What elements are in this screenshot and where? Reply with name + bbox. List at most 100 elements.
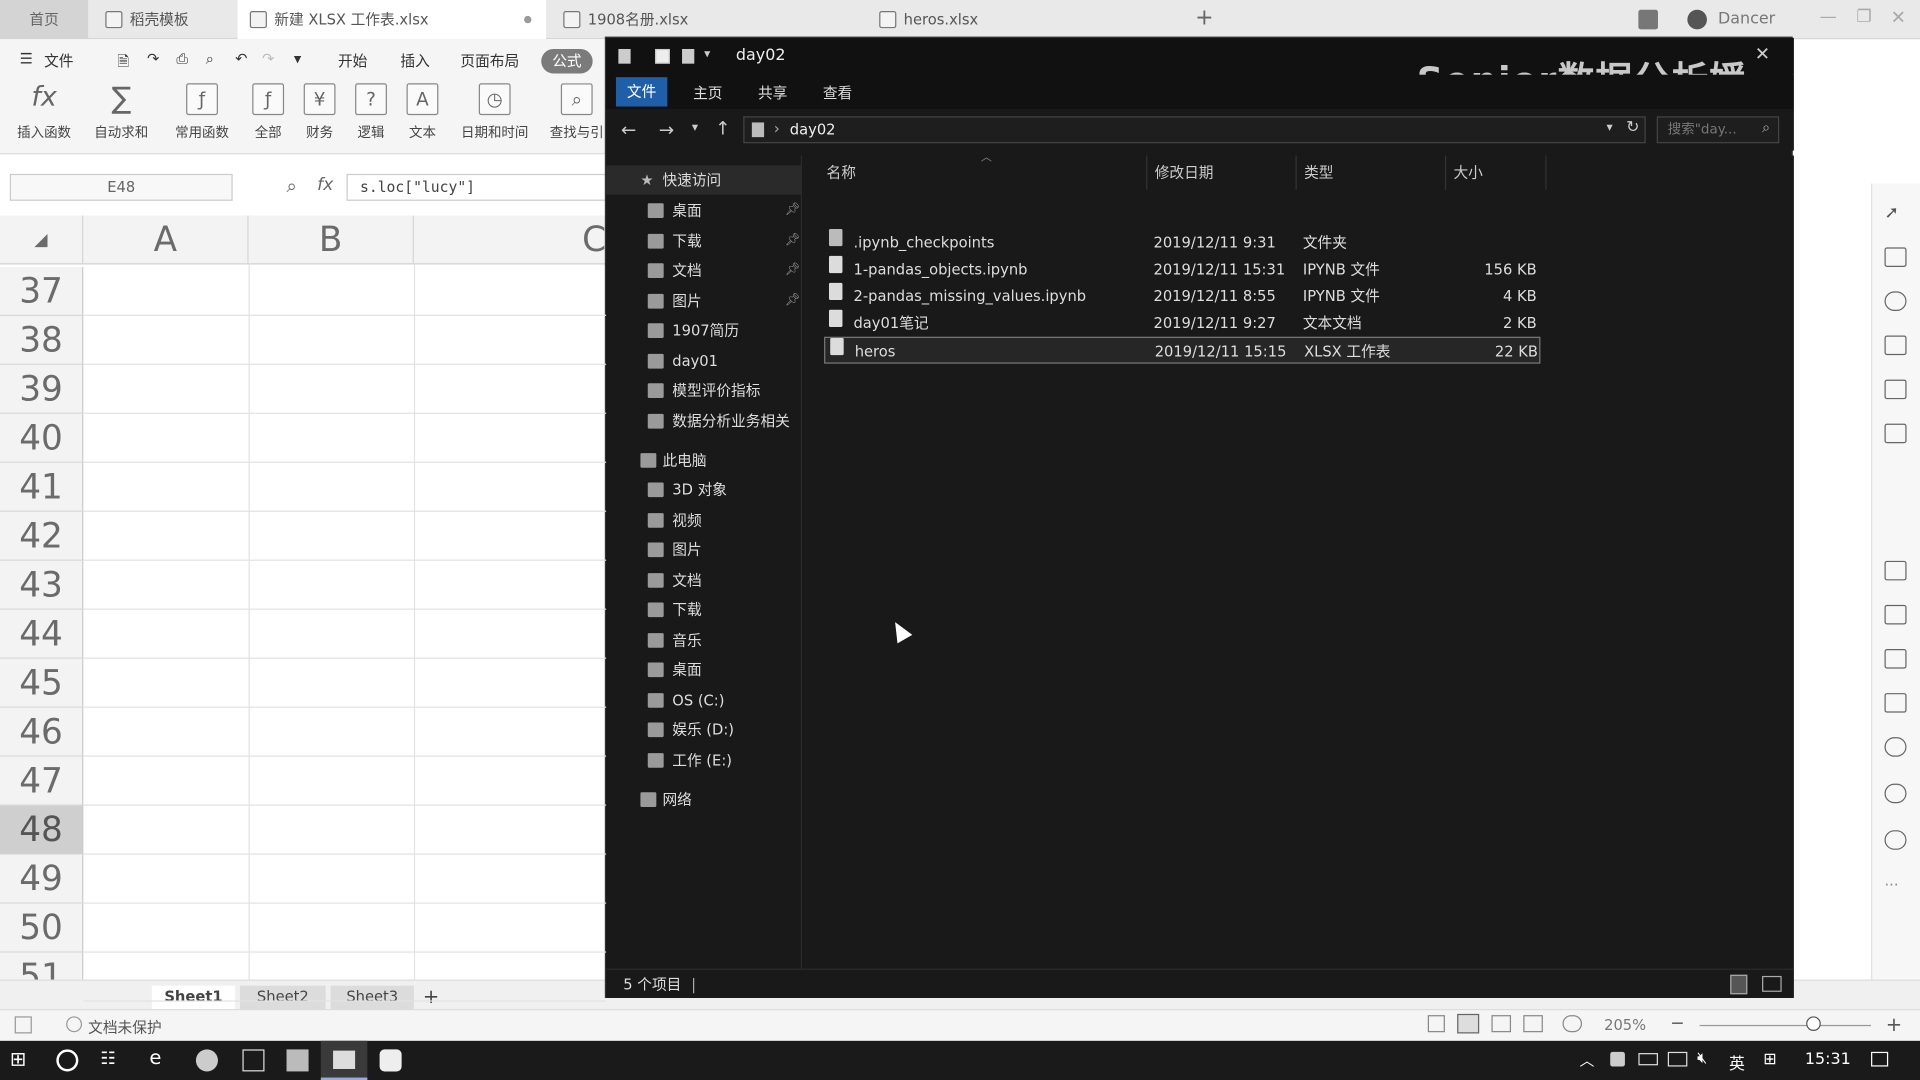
tab-1908-roster[interactable]: 1908名册.xlsx <box>551 0 863 39</box>
minimize-icon[interactable]: — <box>1820 7 1837 27</box>
nav-item-7[interactable]: 数据分析业务相关 <box>606 406 802 435</box>
shape-icon[interactable] <box>1884 247 1907 267</box>
row-header-38[interactable]: 38 <box>0 315 84 365</box>
explorer-tab-view[interactable]: 查看 <box>823 82 852 103</box>
nav-item-0[interactable]: 桌面 📌︎ <box>606 196 802 225</box>
insert-function-button[interactable]: fx 插入函数 <box>10 83 79 142</box>
row-header-39[interactable]: 39 <box>0 364 84 414</box>
terminal-icon[interactable] <box>242 1049 265 1072</box>
autosum-button[interactable]: ∑ 自动求和 <box>86 83 157 142</box>
menu-formula-active[interactable]: 公式 <box>541 48 593 74</box>
hamburger-icon[interactable]: ☰ <box>20 50 33 67</box>
row-header-47[interactable]: 47 <box>0 756 84 806</box>
table-icon[interactable] <box>1884 335 1907 356</box>
row-header-40[interactable]: 40 <box>0 413 84 463</box>
add-sheet-icon[interactable]: + <box>419 985 443 1010</box>
zoom-out-icon[interactable]: − <box>1670 1014 1684 1034</box>
nav-pc-item-4[interactable]: 下载 <box>606 595 802 624</box>
search-icon[interactable]: ⌕ <box>1762 119 1770 137</box>
column-size[interactable]: 大小 <box>1446 155 1547 190</box>
common-functions-button[interactable]: ƒ 常用函数 <box>167 83 238 142</box>
nav-item-5[interactable]: day01 <box>606 346 802 375</box>
save-icon[interactable]: 🗎 <box>118 50 130 76</box>
row-header-43[interactable]: 43 <box>0 560 84 610</box>
formula-input[interactable]: s.loc["lucy"] <box>346 173 607 201</box>
windows-start-icon[interactable]: ⊞ <box>10 1047 32 1070</box>
column-header-b[interactable]: B <box>249 215 414 265</box>
row-header-42[interactable]: 42 <box>0 511 84 561</box>
battery-icon[interactable] <box>1638 1053 1658 1066</box>
address-dropdown-icon[interactable]: ▾ <box>1607 121 1613 134</box>
explorer-tab-home[interactable]: 主页 <box>693 82 722 103</box>
tray-up-icon[interactable]: ︿ <box>1580 1049 1595 1070</box>
breadcrumb-day02[interactable]: day02 <box>790 121 836 138</box>
nav-pc-item-6[interactable]: 桌面 <box>606 655 802 684</box>
sheet-tab-1[interactable]: Sheet1 <box>151 985 236 1011</box>
print-icon[interactable]: ⎙ <box>176 50 188 68</box>
nav-network[interactable]: 网络 <box>606 785 802 814</box>
explorer-tab-share[interactable]: 共享 <box>758 82 787 103</box>
help-icon[interactable] <box>1884 830 1907 850</box>
all-functions-button[interactable]: ƒ 全部 <box>245 83 292 142</box>
row-header-46[interactable]: 46 <box>0 707 84 757</box>
preview-icon[interactable]: ⌕ <box>206 50 214 68</box>
menu-insert[interactable]: 插入 <box>400 50 429 71</box>
nav-item-6[interactable]: 模型评价指标 <box>606 376 802 405</box>
row-header-50[interactable]: 50 <box>0 903 84 953</box>
chart-icon[interactable] <box>1884 423 1907 444</box>
macro-icon[interactable] <box>14 1016 32 1034</box>
nav-item-4[interactable]: 1907简历 <box>606 316 802 345</box>
nav-pc-item-9[interactable]: 工作 (E:) <box>606 745 802 774</box>
file-row[interactable]: day01笔记 2019/12/11 9:27 文本文档 2 KB <box>824 309 1540 337</box>
sheet-tab-3[interactable]: Sheet3 <box>330 985 414 1011</box>
more-icon[interactable]: ··· <box>1885 877 1907 897</box>
calendar-icon[interactable] <box>1884 648 1907 669</box>
user-name[interactable]: Dancer <box>1718 10 1775 28</box>
ime-indicator[interactable]: 英 <box>1729 1051 1745 1074</box>
undo-icon[interactable]: ↶ <box>235 50 247 67</box>
nav-this-pc[interactable]: 此电脑 <box>606 446 802 475</box>
column-name[interactable]: 名称 <box>819 155 1148 190</box>
cortana-icon[interactable] <box>56 1049 79 1072</box>
tab-heros[interactable]: heros.xlsx <box>867 0 1173 39</box>
sheet-tab-2[interactable]: Sheet2 <box>240 985 326 1011</box>
nav-pc-item-7[interactable]: OS (C:) <box>606 685 802 714</box>
zoom-slider-thumb[interactable] <box>1806 1016 1821 1032</box>
new-folder-icon[interactable] <box>682 48 695 64</box>
file-row[interactable]: heros 2019/12/11 15:15 XLSX 工作表 22 KB <box>824 336 1541 364</box>
select-pointer-icon[interactable]: ➚ <box>1885 203 1907 223</box>
volume-muted-icon[interactable]: 🔇︎ <box>1697 1049 1707 1067</box>
compass-icon[interactable] <box>1884 737 1907 757</box>
eye-protect-icon[interactable] <box>1562 1015 1583 1033</box>
file-row[interactable]: .ipynb_checkpoints 2019/12/11 9:31 文件夹 <box>824 228 1540 256</box>
nav-item-1[interactable]: 下载 📌︎ <box>606 226 802 255</box>
column-modified[interactable]: 修改日期 <box>1147 155 1297 190</box>
history-icon[interactable] <box>1884 783 1907 804</box>
page-break-icon[interactable] <box>1491 1015 1512 1033</box>
forward-arrow-icon[interactable]: → <box>659 119 674 141</box>
column-header-a[interactable]: A <box>83 215 249 265</box>
nav-pc-item-0[interactable]: 3D 对象 <box>606 475 802 504</box>
logical-button[interactable]: ? 逻辑 <box>348 83 395 142</box>
menu-page-layout[interactable]: 页面布局 <box>460 50 519 71</box>
row-header-37[interactable]: 37 <box>0 266 84 316</box>
file-row[interactable]: 1-pandas_objects.ipynb 2019/12/11 15:31 IP… <box>824 255 1540 283</box>
fx-icon[interactable]: fx <box>317 175 333 195</box>
fullscreen-icon[interactable] <box>1427 1015 1445 1033</box>
nav-pc-item-5[interactable]: 音乐 <box>606 625 802 654</box>
image-gallery-icon[interactable] <box>1884 560 1907 581</box>
customize-icon[interactable]: ▾ <box>294 50 301 67</box>
file-explorer-window[interactable]: ▾ day02 Senior数据分析媛 ✕ 文件 主页 共享 查看 ← → ▾ … <box>604 36 1794 998</box>
column-type[interactable]: 类型 <box>1297 155 1447 190</box>
close-icon[interactable]: ✕ <box>1891 6 1906 28</box>
name-box[interactable]: E48 <box>9 173 233 201</box>
pin-icon[interactable]: 📌︎ <box>785 286 801 315</box>
column-header-c[interactable]: C <box>414 216 606 265</box>
zoom-search-icon[interactable]: ⌕ <box>287 175 297 197</box>
protection-status[interactable]: 文档未保护 <box>88 1016 161 1037</box>
nav-item-2[interactable]: 文档 📌︎ <box>606 256 802 285</box>
select-all-corner[interactable]: ◢ <box>0 215 84 265</box>
explorer-tab-file[interactable]: 文件 <box>615 77 668 107</box>
fill-icon[interactable] <box>1884 291 1907 312</box>
settings-app-icon[interactable] <box>379 1049 402 1072</box>
